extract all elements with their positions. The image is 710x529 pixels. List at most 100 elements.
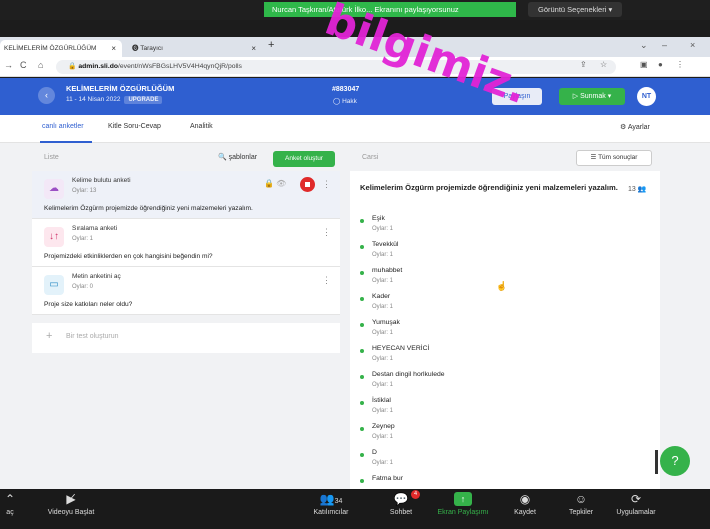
help-button[interactable]: ? <box>660 446 690 476</box>
plus-icon: + <box>46 330 53 342</box>
share-page-icon[interactable]: ⇪ <box>580 60 587 69</box>
record-button[interactable]: ◉ Kaydet <box>500 492 550 516</box>
chat-bubble-icon: ▭ <box>44 275 64 295</box>
apps-icon: ⟳ <box>630 492 642 506</box>
answer-item: Eşik Oylar: 1 <box>360 215 650 241</box>
answer-votes: Oylar: 1 <box>372 330 394 336</box>
scroll-handle[interactable] <box>655 450 658 474</box>
bullet-icon <box>360 427 364 431</box>
lock-icon: 🔒 <box>68 63 79 70</box>
share-screen-button[interactable]: ↑ Ekran Paylaşımı <box>430 492 496 516</box>
minimize-icon[interactable]: – <box>662 40 667 50</box>
more-options-icon[interactable]: ⋮ <box>322 275 331 286</box>
question-title: Kelimelerim Özgürm projemizde öğrendiğin… <box>360 183 618 192</box>
url-host: admin.sli.do <box>78 63 119 70</box>
tab-favicon-icon: 🅖 <box>132 45 141 52</box>
zoom-toolbar: ⌃ aç ▶̸ Videoyu Başlat 👥34 Katılımcılar 💬 4 S… <box>0 489 710 529</box>
poll-list-panel: Liste 🔍 şablonlar Anket oluştur ☁ Kelime… <box>32 143 340 489</box>
chevron-down-icon[interactable]: ⌄ <box>640 40 648 51</box>
poll-card[interactable]: ↓↑ Sıralama anketi Oylar: 1 ⋮ Projemizde… <box>32 219 340 267</box>
bullet-icon <box>360 401 364 405</box>
answer-votes: Oylar: 1 <box>372 278 394 284</box>
mouse-cursor-icon: ☝ <box>496 281 508 291</box>
reactions-button[interactable]: ☺ Tepkiler <box>556 492 606 516</box>
upgrade-badge[interactable]: UPGRADE <box>124 96 163 104</box>
home-icon[interactable]: ⌂ <box>38 60 43 70</box>
star-icon[interactable]: ☆ <box>600 60 607 69</box>
answer-votes: Oylar: 1 <box>372 304 394 310</box>
bullet-icon <box>360 453 364 457</box>
bullet-icon <box>360 349 364 353</box>
close-tab-icon[interactable]: × <box>111 40 116 57</box>
answer-votes: Oylar: 1 <box>372 382 394 388</box>
answer-text: Kader <box>372 293 391 300</box>
mic-icon: ⌃ <box>4 492 16 506</box>
back-button[interactable]: ‹ <box>38 87 55 104</box>
apps-button[interactable]: ⟳ Uygulamalar <box>608 492 664 516</box>
list-label: Liste <box>44 154 59 161</box>
answer-votes: Oylar: 1 <box>372 226 394 232</box>
browser-tab[interactable]: 🅖 Tarayıcı × <box>128 40 262 57</box>
share-button[interactable]: Paylaşın <box>492 88 542 105</box>
answer-text: Zeynep <box>372 423 395 430</box>
poll-type: Sıralama anketi <box>72 225 118 232</box>
participants-button[interactable]: 👥34 Katılımcılar <box>296 492 366 516</box>
all-results-button[interactable]: ☰ Tüm sonuçlar <box>576 150 652 166</box>
audio-button[interactable]: ⌃ aç <box>0 492 20 516</box>
poll-card[interactable]: ☁ Kelime bulutu anketi Oylar: 13 🔒 👁 ⋮ K… <box>32 171 340 219</box>
url-input[interactable]: 🔒 admin.sli.do/event/nWsFBGsLHV5V4H4qynQ… <box>56 60 616 74</box>
add-quiz-row[interactable]: + Bir test oluşturun <box>32 323 340 353</box>
answer-item: Destan dingil horlkulede Oylar: 1 <box>360 371 650 397</box>
profile-icon[interactable]: ● <box>658 60 663 69</box>
answer-votes: Oylar: 1 <box>372 460 394 466</box>
tab-live-polls[interactable]: canlı anketler <box>42 123 84 130</box>
stop-poll-button[interactable] <box>300 177 315 192</box>
extensions-icon[interactable]: ▣ <box>640 60 648 69</box>
start-video-button[interactable]: ▶̸ Videoyu Başlat <box>36 492 106 516</box>
poll-card[interactable]: ▭ Metin anketini aç Oylar: 0 ⋮ Proje siz… <box>32 267 340 315</box>
address-bar-row: → C ⌂ 🔒 admin.sli.do/event/nWsFBGsLHV5V4… <box>0 57 710 77</box>
answer-list: Eşik Oylar: 1 Tevekkül Oylar: 1 muhabbet Oyla… <box>360 215 650 489</box>
back-icon[interactable]: → <box>4 60 13 70</box>
avatar[interactable]: NT <box>637 87 656 106</box>
present-button[interactable]: ▷ Sunmak ▾ <box>559 88 625 105</box>
close-tab-icon[interactable]: × <box>251 40 256 57</box>
bullet-icon <box>360 271 364 275</box>
answer-item: Tevekkül Oylar: 1 <box>360 241 650 267</box>
more-options-icon[interactable]: ⋮ <box>322 227 331 238</box>
answer-item: İstiklal Oylar: 1 <box>360 397 650 423</box>
templates-button[interactable]: 🔍 şablonlar <box>218 153 257 161</box>
new-tab-icon[interactable]: + <box>268 39 274 51</box>
bullet-icon <box>360 297 364 301</box>
poll-votes: Oylar: 0 <box>72 284 94 290</box>
main-content: Liste 🔍 şablonlar Anket oluştur ☁ Kelime… <box>0 143 710 489</box>
more-options-icon[interactable]: ⋮ <box>322 179 331 190</box>
event-code: #883047 <box>332 86 360 93</box>
bullet-icon <box>360 323 364 327</box>
tab-qa[interactable]: Kitle Soru-Cevap <box>108 123 161 130</box>
close-window-icon[interactable]: × <box>690 40 695 50</box>
poll-type: Metin anketini aç <box>72 273 121 280</box>
url-path: /event/nWsFBGsLHV5V4H4qynQjR/polls <box>118 63 242 70</box>
tab-analytics[interactable]: Analitik <box>190 123 213 130</box>
browser-tab-active[interactable]: KELİMELERİM ÖZGÜRLÜĞÜM × <box>0 40 122 57</box>
view-options-button[interactable]: Görüntü Seçenekleri ▾ <box>528 2 623 17</box>
chat-button[interactable]: 💬 4 Sohbet <box>376 490 426 516</box>
results-panel: Carsi ☰ Tüm sonuçlar Kelimelerim Özgürm … <box>350 143 660 489</box>
settings-button[interactable]: ⚙ Ayarlar <box>620 123 650 131</box>
tab-title: KELİMELERİM ÖZGÜRLÜĞÜM <box>4 45 97 52</box>
answer-votes: Oylar: 1 <box>372 408 394 414</box>
menu-dots-icon[interactable]: ⋮ <box>676 60 684 69</box>
screen-share-notice[interactable]: Nurcan Taşkıran/Atatürk İlko... Ekranını… <box>264 2 516 17</box>
answer-text: Tevekkül <box>372 241 399 248</box>
create-poll-button[interactable]: Anket oluştur <box>273 151 335 167</box>
answer-text: İstiklal <box>372 397 391 404</box>
reload-icon[interactable]: C <box>20 60 27 70</box>
answer-item: Kader Oylar: 1 <box>360 293 650 319</box>
lock-icon[interactable]: 🔒 👁 <box>264 179 286 188</box>
video-off-icon: ▶̸ <box>66 492 76 506</box>
event-header: ‹ KELİMELERİM ÖZGÜRLÜĞÜM 11 - 14 Nisan 2… <box>0 78 710 115</box>
chevron-left-icon: ‹ <box>45 90 48 100</box>
answer-item: Yumuşak Oylar: 1 <box>360 319 650 345</box>
answer-text: muhabbet <box>372 267 403 274</box>
